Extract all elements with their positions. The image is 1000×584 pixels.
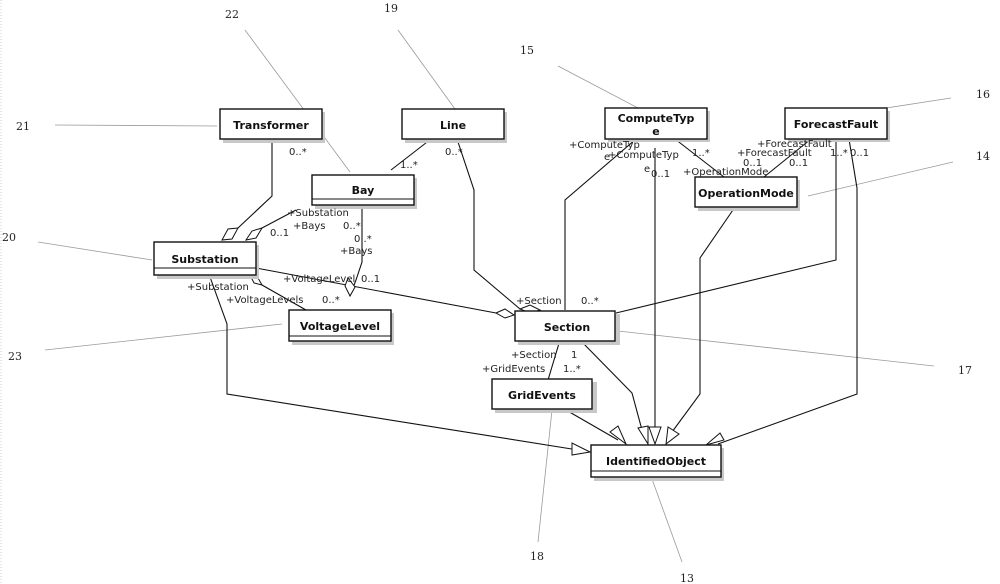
role-section-ge: +Section: [511, 350, 557, 361]
mult-transformer: 0..*: [289, 147, 307, 158]
gen-operationmode-identifiedobject: [671, 206, 736, 433]
ref-21: 21: [16, 120, 30, 133]
reference-numbers: 21 22 19 15 16 14 20 23 17 18 13: [2, 2, 990, 584]
arrow-section: [637, 425, 649, 446]
leader-18: [537, 409, 553, 543]
role-bays-vl: +Bays: [340, 246, 373, 257]
mult-section-ge-1: 1: [571, 350, 577, 361]
ref-19: 19: [384, 2, 398, 15]
class-gridevents[interactable]: GridEvents: [491, 378, 597, 413]
leader-13: [651, 478, 683, 563]
ref-20: 20: [2, 231, 16, 244]
class-name: Transformer: [233, 119, 309, 132]
role-bay-substation: +Substation: [287, 208, 349, 219]
diamond-section-voltagelevel: [494, 308, 516, 319]
class-name: Line: [440, 119, 466, 132]
class-name: Section: [544, 321, 590, 334]
assoc-transformer-substation: [237, 139, 273, 229]
diamond-transformer-substation: [221, 227, 239, 241]
class-name: ForecastFault: [794, 118, 878, 131]
class-section[interactable]: Section: [514, 310, 620, 345]
mult-section-top: 0..*: [581, 296, 599, 307]
ref-17: 17: [958, 364, 972, 377]
leader-15: [557, 65, 639, 109]
leader-16: [885, 97, 952, 109]
leader-19: [397, 29, 456, 110]
class-substation[interactable]: Substation: [153, 241, 259, 279]
class-name: Bay: [352, 184, 375, 197]
mult-computetype-om: 1..*: [692, 148, 710, 159]
ref-22: 22: [225, 8, 239, 21]
class-voltagelevel[interactable]: VoltageLevel: [288, 309, 394, 345]
assoc-line-section: [456, 138, 521, 310]
assoc-computetype-section: [564, 138, 637, 310]
ref-16: 16: [976, 88, 990, 101]
class-transformer[interactable]: Transformer: [219, 108, 325, 143]
mult-bay-voltagelevel: 0..*: [354, 234, 372, 245]
role-gridevents: +GridEvents: [482, 364, 545, 375]
class-name: VoltageLevel: [300, 320, 380, 333]
mult-line-bay: 1..*: [400, 160, 418, 171]
mult-bay-substation-0star: 0..*: [343, 221, 361, 232]
class-name: OperationMode: [698, 187, 794, 200]
arrow-operationmode: [665, 426, 680, 446]
ref-23: 23: [8, 350, 22, 363]
arrow-computetype: [648, 426, 662, 446]
class-name-line2: e: [652, 125, 659, 138]
class-identifiedobject[interactable]: IdentifiedObject: [590, 444, 724, 481]
class-bay[interactable]: Bay: [311, 174, 417, 209]
leader-21: [54, 124, 218, 127]
role-bays: +Bays: [293, 221, 326, 232]
ref-14: 14: [976, 150, 990, 163]
class-line[interactable]: Line: [401, 108, 507, 143]
class-name: GridEvents: [508, 389, 576, 402]
class-name: Substation: [171, 253, 238, 266]
role-computetype-2b: e: [644, 164, 650, 175]
ref-13: 13: [680, 572, 694, 584]
mult-line-section: 0..*: [445, 147, 463, 158]
role-section-top: +Section: [516, 296, 562, 307]
gen-gridevents-identifiedobject: [565, 409, 619, 441]
ref-18: 18: [530, 550, 544, 563]
mult-forecastfault-d: 0..1: [850, 148, 869, 159]
mult-voltagelevel-section: 0..1: [361, 274, 380, 285]
role-voltagelevels: +VoltageLevels: [226, 295, 304, 306]
role-computetype-2: +ComputeTyp: [608, 150, 679, 161]
ref-15: 15: [520, 44, 534, 57]
class-name: IdentifiedObject: [606, 455, 706, 468]
class-name-line1: ComputeTyp: [618, 112, 695, 125]
mult-substation-vl: 0..*: [322, 295, 340, 306]
arrow-substation: [571, 442, 592, 456]
leader-23: [44, 323, 283, 351]
leader-17: [617, 330, 935, 367]
role-voltagelevel: +VoltageLevel: [283, 274, 355, 285]
mult-forecastfault-b: 0..1: [789, 158, 808, 169]
role-substation-vl: +Substation: [187, 282, 249, 293]
class-forecastfault[interactable]: ForecastFault: [784, 107, 890, 142]
class-computetype[interactable]: ComputeTyp e: [604, 107, 710, 142]
leader-14: [807, 161, 954, 197]
mult-computetype: 0..1: [651, 169, 670, 180]
mult-section-ge-many: 1..*: [563, 364, 581, 375]
uml-diagram: 21 22 19 15 16 14 20 23 17 18 13 Transfo…: [0, 0, 990, 584]
mult-forecastfault-a: 0..1: [743, 158, 762, 169]
class-operationmode[interactable]: OperationMode: [694, 176, 800, 211]
mult-forecastfault-c: 1..*: [830, 148, 848, 159]
arrow-gridevents: [609, 425, 628, 446]
diamond-bay-substation: [244, 227, 264, 241]
leader-20: [37, 241, 153, 261]
mult-bay-substation-01: 0..1: [270, 228, 289, 239]
